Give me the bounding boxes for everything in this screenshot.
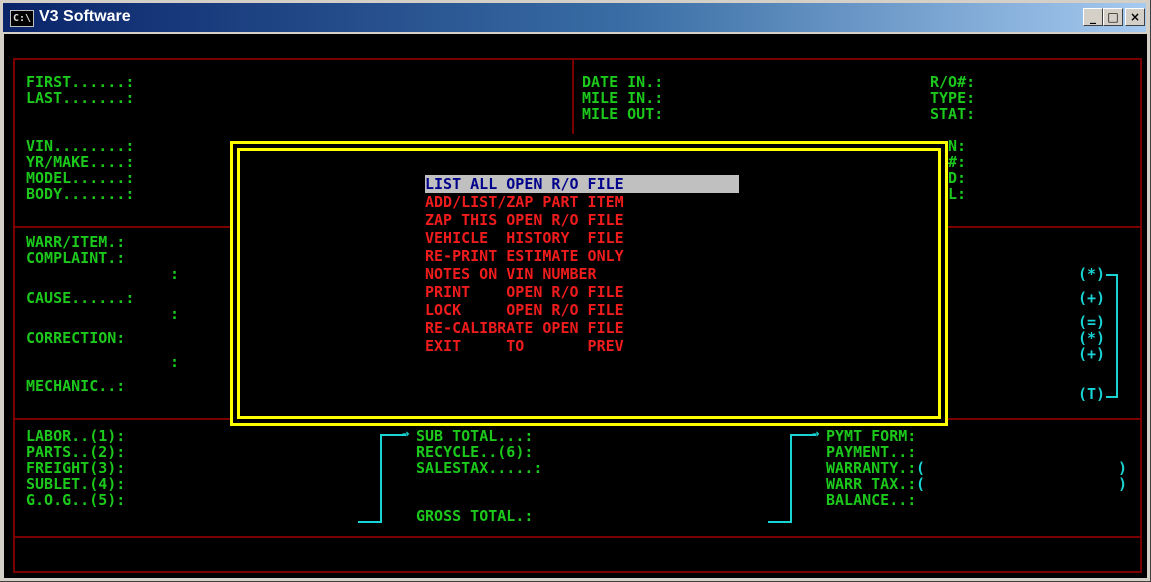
yr-make-label: YR/MAKE....:: [26, 153, 135, 171]
totals-bracket-left: [380, 434, 382, 522]
menu-item-list-all-open-ro[interactable]: LIST ALL OPEN R/O FILE: [425, 175, 739, 193]
close-button[interactable]: ×: [1125, 8, 1145, 26]
cause-continuation: :: [170, 305, 180, 323]
partial-label-hash: #:: [948, 153, 967, 171]
sub-total-label: SUB TOTAL...:: [416, 427, 534, 445]
maximize-button[interactable]: □: [1103, 8, 1123, 26]
correction-label: CORRECTION:: [26, 329, 126, 347]
section-divider-right: [943, 226, 1142, 228]
warr-tax-open-paren: (: [916, 475, 926, 493]
totals-bracket-right-bottom: [768, 521, 792, 523]
last-name-label: LAST.......:: [26, 89, 135, 107]
gross-total-label: GROSS TOTAL.:: [416, 507, 534, 525]
ro-number-label: R/O#:: [930, 73, 976, 91]
section-divider-left: [13, 226, 238, 228]
complaint-continuation: :: [170, 265, 180, 283]
totals-frame: [13, 418, 1142, 538]
partial-label-l: L:: [948, 185, 967, 203]
pymt-form-label: PYMT FORM:: [826, 427, 917, 445]
payment-label: PAYMENT..:: [826, 443, 917, 461]
marker-bracket-line: [1116, 274, 1118, 398]
menu-item-recalibrate-open-file[interactable]: RE-CALIBRATE OPEN FILE: [425, 319, 739, 337]
minimize-button[interactable]: _: [1083, 8, 1103, 26]
console-app-icon[interactable]: C:\: [10, 10, 34, 27]
header-divider: [572, 58, 574, 134]
balance-label: BALANCE..:: [826, 491, 917, 509]
side-marker: (*): [1078, 265, 1106, 283]
mile-in-label: MILE IN.:: [582, 89, 664, 107]
warr-tax-label: WARR TAX.:: [826, 475, 917, 493]
freight-label: FREIGHT(3):: [26, 459, 126, 477]
salestax-label: SALESTAX.....:: [416, 459, 543, 477]
recycle-label: RECYCLE..(6):: [416, 443, 534, 461]
sublet-label: SUBLET.(4):: [26, 475, 126, 493]
menu-item-add-list-zap-part[interactable]: ADD/LIST/ZAP PART ITEM: [425, 193, 739, 211]
side-marker: (T): [1078, 385, 1106, 403]
complaint-label: COMPLAINT.:: [26, 249, 126, 267]
menu-item-reprint-estimate[interactable]: RE-PRINT ESTIMATE ONLY: [425, 247, 739, 265]
cause-label: CAUSE......:: [26, 289, 135, 307]
vin-label: VIN........:: [26, 137, 135, 155]
warr-tax-close-paren: ): [1118, 475, 1128, 493]
console-screen[interactable]: FIRST......: LAST.......: VIN........: Y…: [4, 34, 1147, 578]
menu-item-zap-open-ro[interactable]: ZAP THIS OPEN R/O FILE: [425, 211, 739, 229]
menu-item-vehicle-history[interactable]: VEHICLE HISTORY FILE: [425, 229, 739, 247]
partial-label-n: N:: [948, 137, 967, 155]
parts-label: PARTS..(2):: [26, 443, 126, 461]
side-marker: (=): [1078, 313, 1106, 331]
stat-label: STAT:: [930, 105, 976, 123]
menu-item-print-open-ro[interactable]: PRINT OPEN R/O FILE: [425, 283, 739, 301]
mile-out-label: MILE OUT:: [582, 105, 664, 123]
body-label: BODY.......:: [26, 185, 135, 203]
type-label: TYPE:: [930, 89, 976, 107]
side-marker: (+): [1078, 289, 1106, 307]
totals-bracket-right: [790, 434, 792, 522]
gog-label: G.O.G..(5):: [26, 491, 126, 509]
menu-item-notes-on-vin[interactable]: NOTES ON VIN NUMBER: [425, 265, 739, 283]
warranty-open-paren: (: [916, 459, 926, 477]
model-label: MODEL......:: [26, 169, 135, 187]
arrow-right-icon: ➔: [812, 427, 820, 442]
warr-item-label: WARR/ITEM.:: [26, 233, 126, 251]
arrow-right-icon: ➔: [402, 427, 410, 442]
mechanic-label: MECHANIC..:: [26, 377, 126, 395]
side-marker: (+): [1078, 345, 1106, 363]
labor-label: LABOR..(1):: [26, 427, 126, 445]
marker-bracket-bottom: [1106, 396, 1118, 398]
menu-item-exit-to-prev[interactable]: EXIT TO PREV: [425, 337, 739, 355]
side-marker: (*): [1078, 329, 1106, 347]
correction-continuation: :: [170, 353, 180, 371]
warranty-label: WARRANTY.:: [826, 459, 917, 477]
date-in-label: DATE IN.:: [582, 73, 664, 91]
first-name-label: FIRST......:: [26, 73, 135, 91]
partial-label-d: D:: [948, 169, 967, 187]
warranty-close-paren: ): [1118, 459, 1128, 477]
window-title: V3 Software: [39, 8, 131, 25]
title-bar[interactable]: C:\ V3 Software _ □ ×: [3, 3, 1146, 32]
totals-bracket-left-bottom: [358, 521, 382, 523]
menu-item-lock-open-ro[interactable]: LOCK OPEN R/O FILE: [425, 301, 739, 319]
console-window: C:\ V3 Software _ □ × FIRST......: LAST.…: [0, 0, 1151, 582]
